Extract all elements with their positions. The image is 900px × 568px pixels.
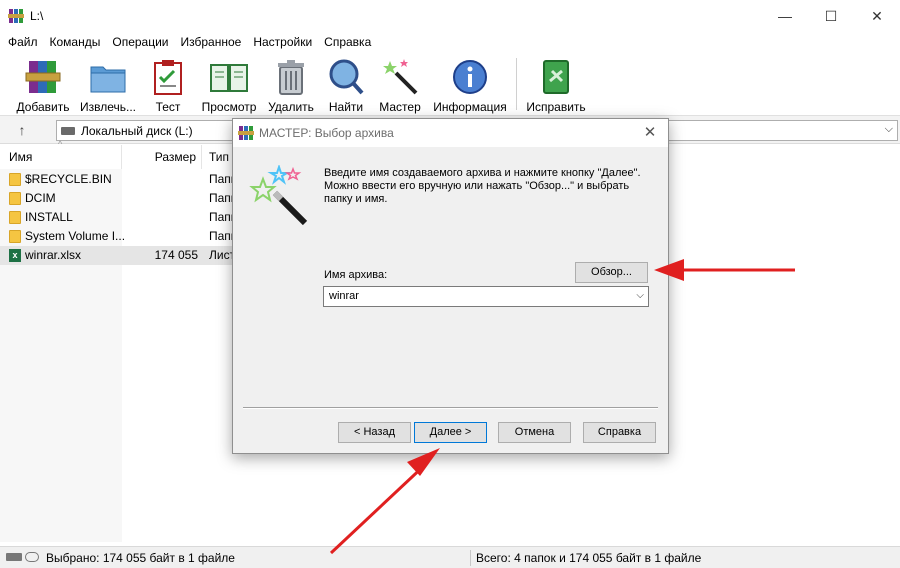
status-divider [470, 550, 471, 566]
add-button[interactable]: Добавить [14, 54, 72, 114]
folder-icon [9, 230, 21, 243]
browse-button[interactable]: Обзор... [575, 262, 648, 283]
add-label: Добавить [16, 100, 70, 114]
test-button[interactable]: Тест [148, 54, 188, 114]
maximize-button[interactable]: ☐ [808, 0, 854, 32]
delete-button[interactable]: Удалить [267, 54, 315, 114]
window-title: L:\ [30, 9, 44, 23]
menu-operations[interactable]: Операции [106, 35, 174, 49]
archive-name-combobox[interactable]: winrar ⌵ [323, 286, 649, 307]
folder-icon [9, 173, 21, 186]
extract-button[interactable]: Извлечь... [78, 54, 138, 114]
menu-settings[interactable]: Настройки [247, 35, 318, 49]
wizard-dialog: МАСТЕР: Выбор архива ✕ Введите имя созда… [232, 118, 669, 454]
menu-file[interactable]: Файл [2, 35, 44, 49]
file-name: DCIM [25, 191, 56, 205]
menu-commands[interactable]: Команды [44, 35, 107, 49]
toolbar-separator [516, 58, 517, 110]
up-arrow-icon[interactable]: ↑ [8, 120, 36, 140]
dialog-title-bar: МАСТЕР: Выбор архива ✕ [233, 119, 668, 147]
column-header-name[interactable]: Имя ^ [0, 139, 122, 169]
file-name: INSTALL [25, 210, 73, 224]
view-label: Просмотр [201, 100, 257, 114]
file-row[interactable]: $RECYCLE.BIN Папк [0, 170, 240, 189]
column-header-size[interactable]: Размер [122, 145, 202, 169]
info-button[interactable]: Информация [432, 54, 508, 114]
wizard-wand-icon [383, 59, 418, 95]
archive-name-label: Имя архива: [324, 269, 388, 281]
key-icon [25, 552, 39, 562]
dialog-title: МАСТЕР: Выбор архива [259, 126, 394, 140]
menu-help[interactable]: Справка [318, 35, 377, 49]
test-label: Тест [155, 100, 181, 114]
add-archive-icon [25, 61, 61, 93]
view-book-icon [210, 64, 248, 92]
status-selected: Выбрано: 174 055 байт в 1 файле [46, 551, 235, 565]
next-button[interactable]: Далее > [414, 422, 487, 443]
excel-file-icon: x [9, 249, 21, 262]
info-icon [453, 60, 487, 94]
file-name: System Volume I... [25, 229, 126, 243]
column-size-label: Размер [154, 150, 196, 164]
toolbar: Добавить Извлечь... Тест Просмотр Удалит… [0, 52, 900, 116]
path-text: Локальный диск (L:) [81, 124, 193, 138]
help-button[interactable]: Справка [583, 422, 656, 443]
test-clipboard-icon [154, 60, 182, 95]
repair-label: Исправить [526, 100, 586, 114]
extract-label: Извлечь... [79, 100, 136, 114]
file-name: $RECYCLE.BIN [25, 172, 112, 186]
dialog-separator [243, 407, 658, 409]
folder-icon [9, 192, 21, 205]
archive-name-value: winrar [329, 290, 359, 302]
winrar-dialog-icon [238, 126, 254, 140]
drive-status-icon [6, 553, 22, 561]
file-row[interactable]: INSTALL Папк [0, 208, 240, 227]
repair-kit-icon [543, 60, 569, 94]
chevron-down-icon[interactable]: ⌵ [885, 123, 893, 136]
menu-bar: Файл Команды Операции Избранное Настройк… [0, 32, 900, 52]
trash-icon [278, 60, 304, 95]
status-bar: Выбрано: 174 055 байт в 1 файле Всего: 4… [0, 546, 900, 568]
status-total: Всего: 4 папок и 174 055 байт в 1 файле [476, 551, 702, 565]
info-label: Информация [433, 100, 507, 114]
find-button[interactable]: Найти [325, 54, 367, 114]
drive-icon [61, 127, 75, 135]
back-button[interactable]: < Назад [338, 422, 411, 443]
column-name-label: Имя [9, 150, 33, 164]
extract-folder-icon [90, 66, 126, 93]
dialog-close-button[interactable]: ✕ [636, 121, 664, 145]
find-label: Найти [328, 100, 364, 114]
wizard-button[interactable]: Мастер [376, 54, 424, 114]
view-button[interactable]: Просмотр [200, 54, 258, 114]
cancel-button[interactable]: Отмена [498, 422, 571, 443]
file-row[interactable]: DCIM Папк [0, 189, 240, 208]
wizard-wand-icon [249, 165, 308, 225]
find-magnifier-icon [329, 59, 364, 95]
winrar-app-icon [8, 9, 24, 23]
column-type-label: Тип [209, 150, 230, 164]
menu-favorites[interactable]: Избранное [175, 35, 248, 49]
title-bar: L:\ — ☐ ✕ [0, 0, 900, 32]
repair-button[interactable]: Исправить [525, 54, 587, 114]
close-button[interactable]: ✕ [854, 0, 900, 32]
file-row[interactable]: x winrar.xlsx 174 055 Лист [0, 246, 240, 265]
wizard-label: Мастер [379, 100, 421, 114]
delete-label: Удалить [268, 100, 314, 114]
dialog-instruction: Введите имя создаваемого архива и нажмит… [324, 167, 641, 205]
minimize-button[interactable]: — [762, 0, 808, 32]
sort-arrow-icon: ^ [58, 139, 63, 149]
file-row[interactable]: System Volume I... Папк [0, 227, 240, 246]
file-name: winrar.xlsx [25, 248, 82, 262]
chevron-down-icon[interactable]: ⌵ [636, 290, 644, 301]
folder-icon [9, 211, 21, 224]
file-size: 174 055 [154, 248, 198, 262]
